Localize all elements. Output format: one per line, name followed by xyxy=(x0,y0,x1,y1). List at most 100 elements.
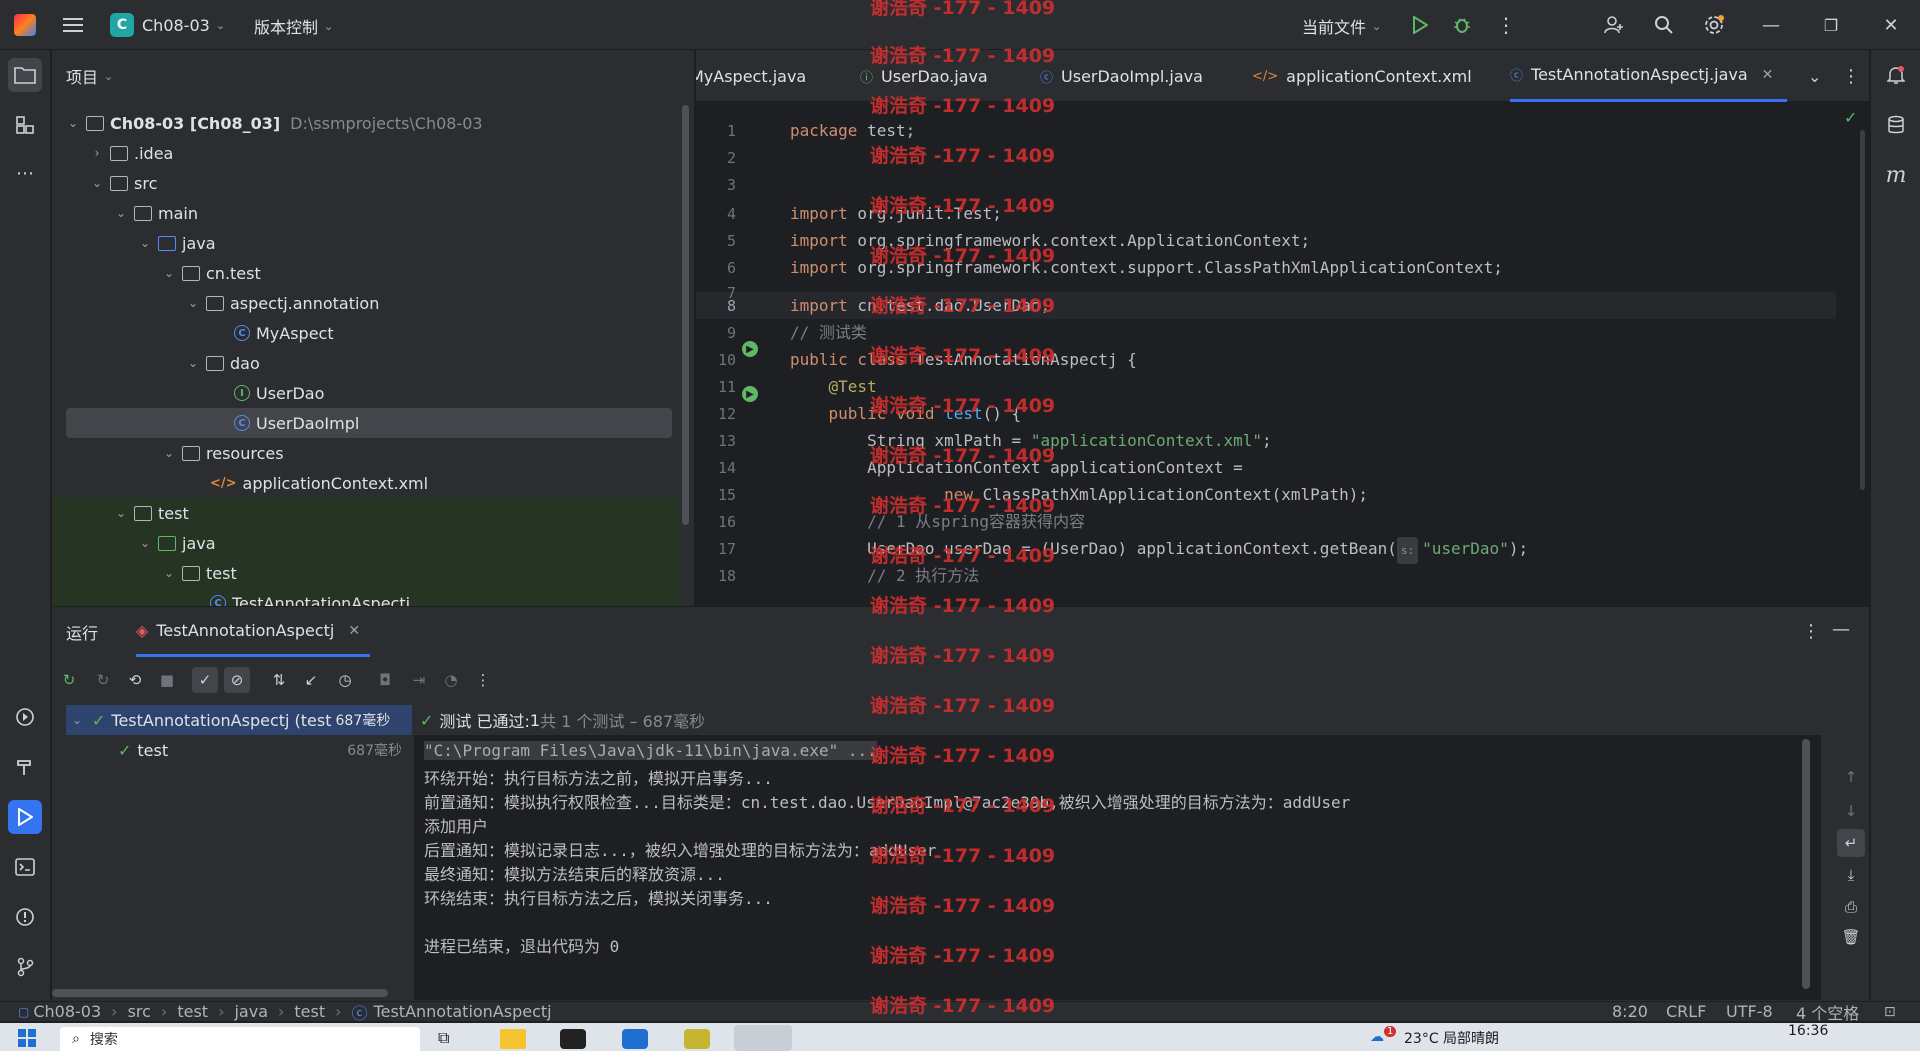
editor-scrollbar[interactable] xyxy=(1860,130,1865,490)
tree-item-idea[interactable]: › .idea xyxy=(52,138,680,168)
code-line-18[interactable]: // 2 执行方法 xyxy=(790,562,979,589)
import-tests-icon[interactable]: ↙ xyxy=(298,667,324,693)
close-tab-icon[interactable]: ✕ xyxy=(1762,67,1774,83)
expand-arrow-icon[interactable]: ⌄ xyxy=(162,266,176,280)
main-menu-icon[interactable] xyxy=(60,13,86,37)
more-actions-icon[interactable]: ⋮ xyxy=(1494,13,1518,37)
settings-gear-icon[interactable] xyxy=(1700,12,1728,38)
code-line-10[interactable]: public class TestAnnotationAspectj { xyxy=(790,346,1137,373)
tree-item-testannotationaspectj[interactable]: C TestAnnotationAspectj xyxy=(52,588,680,606)
services-icon[interactable] xyxy=(8,700,42,734)
tree-item-cn-test[interactable]: ⌄ cn.test xyxy=(52,258,680,288)
show-ignored-icon[interactable]: ⊘ xyxy=(224,667,250,693)
breadcrumb-item[interactable]: test xyxy=(177,1002,208,1021)
expand-arrow-icon[interactable]: ⌄ xyxy=(114,506,128,520)
tree-item-applicationcontext-xml[interactable]: </> applicationContext.xml xyxy=(52,468,680,498)
export-icon[interactable]: ⇥ xyxy=(406,667,432,693)
code-line-5[interactable]: import org.springframework.context.Appli… xyxy=(790,227,1310,254)
scroll-down-icon[interactable]: ↓ xyxy=(1837,797,1865,825)
structure-icon[interactable] xyxy=(8,108,42,142)
app-icon[interactable] xyxy=(622,1029,648,1049)
soft-wrap-icon[interactable]: ↵ xyxy=(1837,829,1865,857)
code-line-4[interactable]: import org.junit.Test; xyxy=(790,200,1002,227)
test-case-row[interactable]: ✓ test 687毫秒 xyxy=(66,735,412,765)
run-gutter-icon[interactable]: ▶ xyxy=(742,341,758,357)
terminal-icon[interactable] xyxy=(8,850,42,884)
project-panel-header[interactable]: 项目 ⌄ xyxy=(52,50,694,102)
console-line[interactable]: "C:\Program Files\Java\jdk-11\bin\java.e… xyxy=(424,741,877,760)
tree-item-userdaoimpl[interactable]: C UserDaoImpl xyxy=(66,408,672,438)
print-icon[interactable]: ⎙ xyxy=(1837,893,1865,921)
scroll-up-icon[interactable]: ↑ xyxy=(1837,763,1865,791)
console-line[interactable]: 环绕开始：执行目标方法之前，模拟开启事务... xyxy=(424,765,773,789)
run-tools-more-icon[interactable]: ⋮ xyxy=(470,667,496,693)
expand-arrow-icon[interactable]: ⌄ xyxy=(138,236,152,250)
test-suite-row[interactable]: ⌄ ✓ TestAnnotationAspectj (test 687毫秒 xyxy=(66,705,412,735)
console-scrollbar[interactable] xyxy=(1802,739,1810,989)
rerun-failed-icon[interactable]: ↻ xyxy=(90,667,116,693)
account-icon[interactable] xyxy=(1600,12,1628,38)
console-line[interactable]: 进程已结束，退出代码为 0 xyxy=(424,933,619,957)
tree-item-test-java[interactable]: ⌄ java xyxy=(52,528,680,558)
problems-icon[interactable] xyxy=(8,900,42,934)
code-line-11[interactable]: @Test xyxy=(790,373,877,400)
vcs-menu[interactable]: 版本控制 ⌄ xyxy=(254,14,333,38)
code-line-1[interactable]: package test; xyxy=(790,117,915,144)
console-line[interactable]: 最终通知：模拟方法结束后的释放资源... xyxy=(424,861,725,885)
run-gutter-icon[interactable]: ▶ xyxy=(742,386,758,402)
database-icon[interactable] xyxy=(1879,108,1913,142)
tree-item-resources[interactable]: ⌄ resources xyxy=(52,438,680,468)
tree-item-test-package[interactable]: ⌄ test xyxy=(52,558,680,588)
screenshot-camera-icon[interactable]: ◘ xyxy=(372,667,398,693)
app-logo-icon[interactable] xyxy=(14,14,36,36)
project-scrollbar[interactable] xyxy=(682,105,689,525)
taskbar-clock[interactable]: 16:36 xyxy=(1788,1023,1828,1039)
app-icon[interactable] xyxy=(560,1029,586,1049)
code-line-13[interactable]: String xmlPath = "applicationContext.xml… xyxy=(790,427,1272,454)
expand-arrow-icon[interactable]: ⌄ xyxy=(186,296,200,310)
run-panel-more-icon[interactable]: ⋮ xyxy=(1802,621,1820,642)
code-line-8[interactable]: import cn.test.dao.UserDao; xyxy=(790,292,1050,319)
breadcrumb-item[interactable]: src xyxy=(128,1002,151,1021)
lock-icon[interactable]: ⊡ xyxy=(1884,1004,1896,1020)
project-selector[interactable]: C Ch08-03 ⌄ xyxy=(110,13,225,37)
caret-position[interactable]: 8:20 xyxy=(1612,1002,1648,1021)
expand-arrow-icon[interactable]: ⌄ xyxy=(138,536,152,550)
maven-icon[interactable]: m xyxy=(1879,158,1913,192)
code-line-12[interactable]: public void test() { xyxy=(790,400,1022,427)
tree-item-test[interactable]: ⌄ test xyxy=(52,498,680,528)
expand-arrow-icon[interactable]: ⌄ xyxy=(66,116,80,130)
expand-arrow-icon[interactable]: ⌄ xyxy=(186,356,200,370)
breadcrumb-item[interactable]: test xyxy=(294,1002,325,1021)
tab-userdaoimpl[interactable]: ⓒ UserDaoImpl.java xyxy=(1040,50,1203,102)
line-separator[interactable]: CRLF xyxy=(1666,1002,1706,1021)
code-line-16[interactable]: // 1 从spring容器获得内容 xyxy=(790,508,1085,535)
stop-icon[interactable]: ■ xyxy=(154,667,180,693)
run-icon[interactable] xyxy=(1408,13,1432,37)
expand-arrow-icon[interactable]: ⌄ xyxy=(162,446,176,460)
tab-testannotationaspectj[interactable]: ⓒ TestAnnotationAspectj.java ✕ xyxy=(1510,50,1788,102)
more-tools-icon[interactable]: ⋯ xyxy=(8,156,42,190)
show-passed-check-icon[interactable]: ✓ xyxy=(192,667,218,693)
run-tool-icon[interactable] xyxy=(8,800,42,834)
tree-item-userdao[interactable]: I UserDao xyxy=(52,378,680,408)
tab-userdao[interactable]: ⓘ UserDao.java xyxy=(860,50,988,102)
toggle-auto-test-icon[interactable]: ⟲ xyxy=(122,667,148,693)
git-branch-icon[interactable] xyxy=(8,950,42,984)
tree-item-project-root[interactable]: ⌄ Ch08-03 [Ch08_03] D:\ssmprojects\Ch08-… xyxy=(52,108,680,138)
taskbar-search-box[interactable]: ⌕ 搜索 xyxy=(60,1027,420,1051)
weather-icon[interactable]: ☁ xyxy=(1370,1029,1384,1045)
start-windows-icon[interactable] xyxy=(18,1029,36,1047)
project-folder-icon[interactable] xyxy=(8,58,42,92)
expand-arrow-icon[interactable]: ⌄ xyxy=(114,206,128,220)
tree-item-aspectj-annotation[interactable]: ⌄ aspectj.annotation xyxy=(52,288,680,318)
code-line-9[interactable]: // 测试类 xyxy=(790,319,867,346)
expand-arrow-icon[interactable]: ⌄ xyxy=(90,176,104,190)
test-history-clock-icon[interactable]: ◷ xyxy=(332,667,358,693)
clear-trash-icon[interactable]: 🗑 xyxy=(1837,923,1865,951)
coverage-icon[interactable]: ◔ xyxy=(438,667,464,693)
breadcrumb-item[interactable]: Ch08-03 xyxy=(33,1002,101,1021)
scroll-to-end-icon[interactable]: ⤓ xyxy=(1837,861,1865,889)
intellij-taskbar-icon[interactable] xyxy=(734,1025,792,1051)
app-icon[interactable] xyxy=(684,1029,710,1049)
